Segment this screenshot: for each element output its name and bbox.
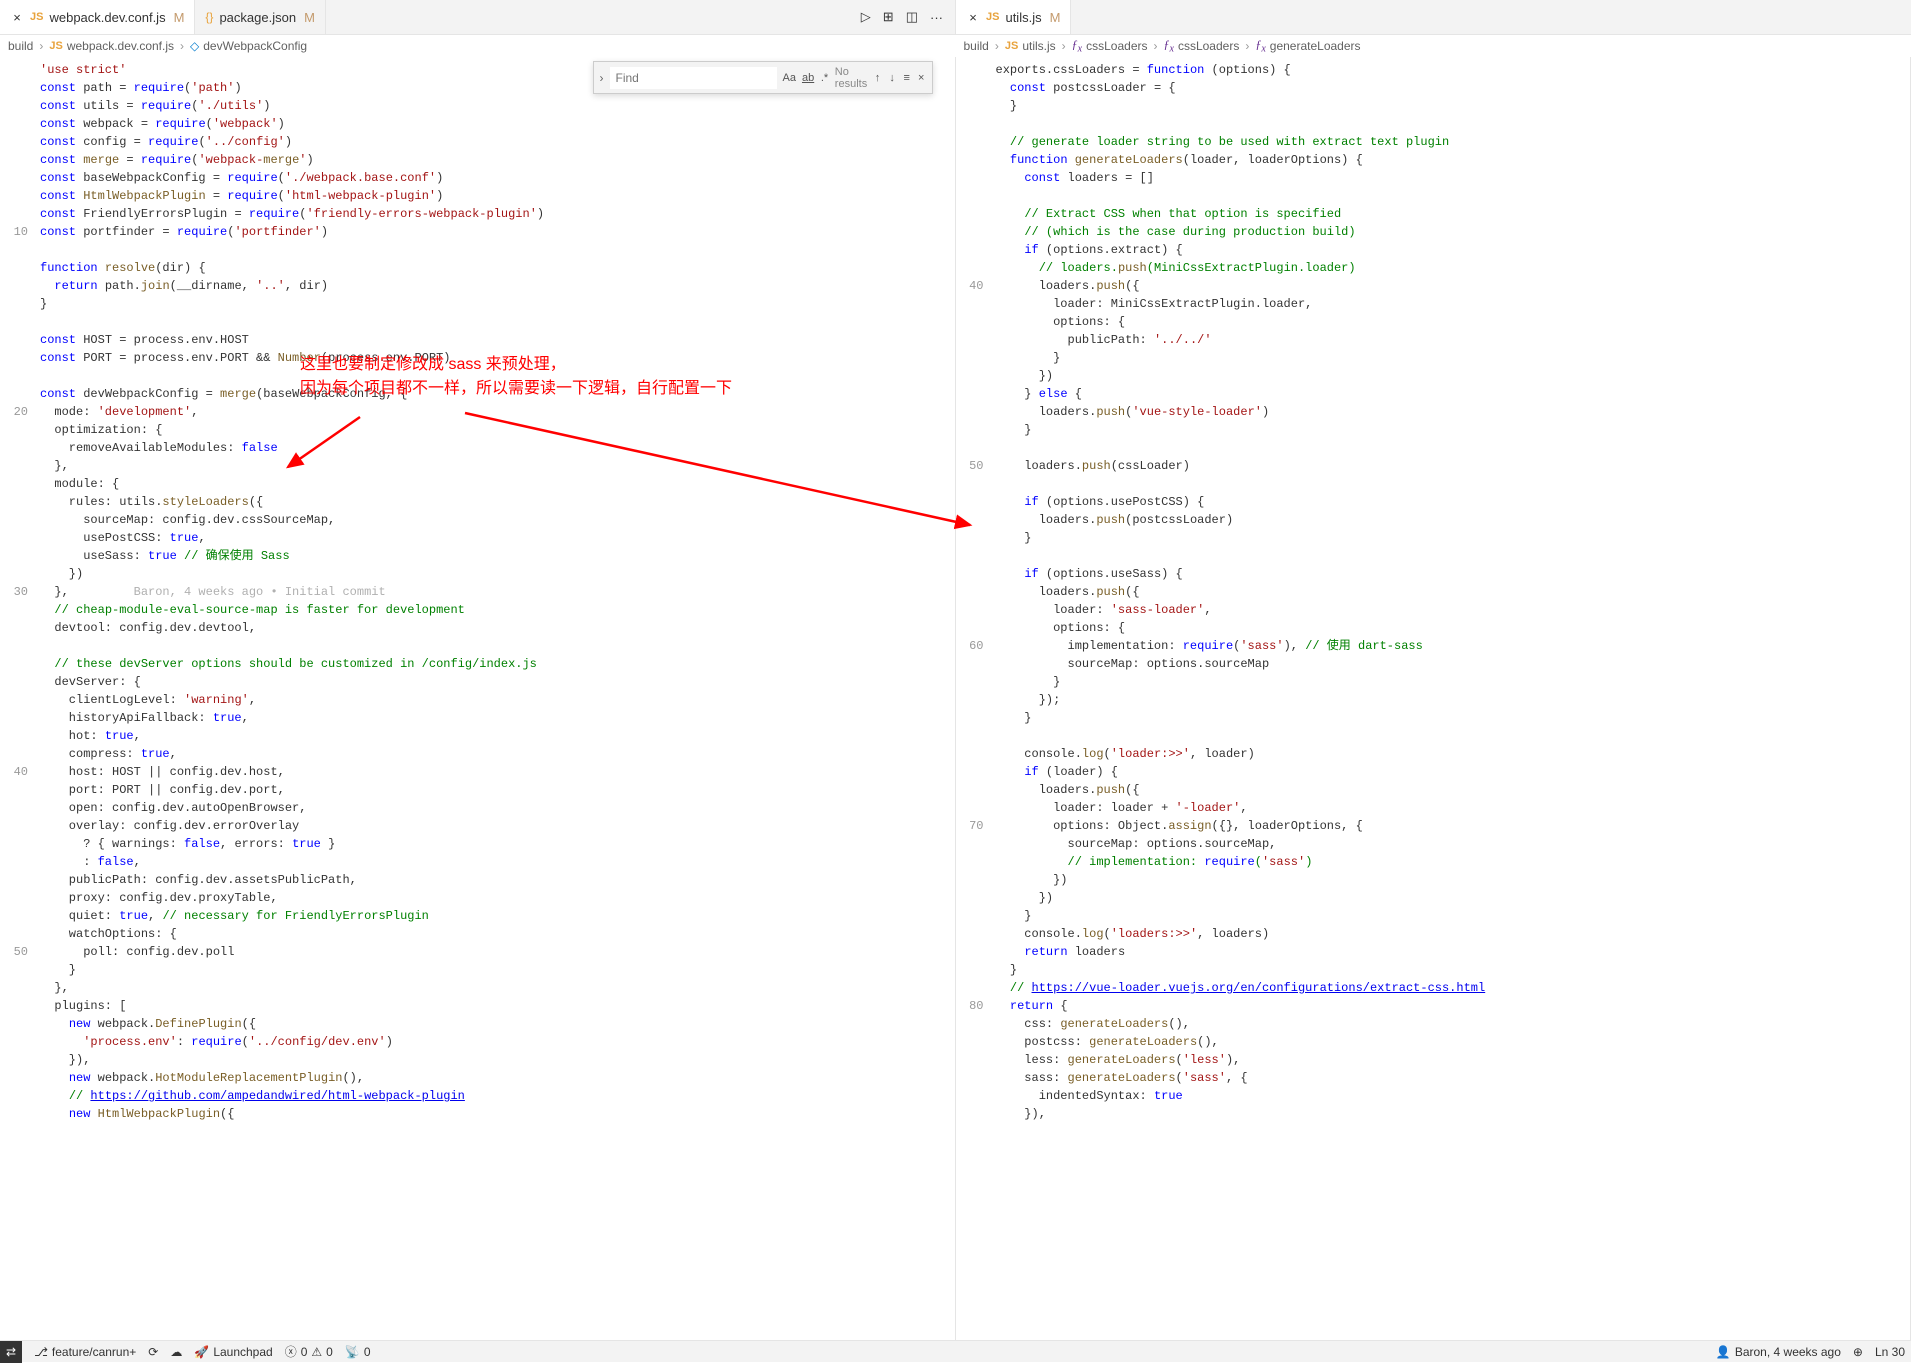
modified-badge: M [304, 10, 315, 25]
chevron-right-icon: › [39, 39, 43, 53]
js-file-icon: JS [49, 40, 62, 52]
variable-icon: ◇ [190, 39, 199, 53]
function-icon: ƒx [1164, 37, 1174, 54]
modified-badge: M [174, 10, 185, 25]
cursor-position[interactable]: Ln 30 [1875, 1345, 1905, 1359]
more-icon[interactable]: ··· [930, 10, 943, 25]
js-file-icon: JS [30, 11, 43, 23]
breadcrumbs-bar: build › JS webpack.dev.conf.js › ◇ devWe… [0, 35, 1911, 57]
tab-label: webpack.dev.conf.js [49, 10, 165, 25]
modified-badge: M [1050, 10, 1061, 25]
find-results: No results [835, 66, 867, 90]
match-case-icon[interactable]: Aa [783, 69, 796, 87]
json-file-icon: {} [205, 10, 213, 24]
find-input[interactable] [610, 67, 777, 89]
close-icon[interactable]: × [917, 69, 926, 87]
js-file-icon: JS [986, 11, 999, 23]
breadcrumb-item[interactable]: cssLoaders [1086, 39, 1147, 53]
split-icon[interactable]: ◫ [906, 9, 918, 25]
zoom-icon[interactable]: ⊕ [1853, 1345, 1863, 1359]
tabs-bar: × JS webpack.dev.conf.js M {} package.js… [0, 0, 1911, 35]
next-match-icon[interactable]: ↓ [888, 69, 897, 87]
breadcrumb-right[interactable]: build › JS utils.js › ƒx cssLoaders › ƒx… [956, 35, 1911, 57]
status-bar: ⇄ ⎇ feature/canrun+ ⟳ ☁ 🚀 Launchpad ⓧ0 ⚠… [0, 1340, 1911, 1362]
expand-icon[interactable]: › [600, 71, 604, 85]
regex-icon[interactable]: .* [820, 69, 829, 87]
js-file-icon: JS [1005, 40, 1018, 52]
rocket-icon: 🚀 [194, 1345, 209, 1359]
tabs-right-group: × JS utils.js M [956, 0, 1911, 34]
branch-icon: ⎇ [34, 1345, 48, 1359]
chevron-right-icon: › [1062, 39, 1066, 53]
editor-pane-left[interactable]: 10 20 30 40 50 'use strict' const path =… [0, 57, 956, 1340]
radio-icon: 📡 [345, 1345, 360, 1359]
tab-webpack-dev-conf[interactable]: × JS webpack.dev.conf.js M [0, 0, 195, 34]
breadcrumb-item[interactable]: generateLoaders [1270, 39, 1361, 53]
find-widget: › Aa ab .* No results ↑ ↓ ≡ × [593, 61, 933, 94]
prev-match-icon[interactable]: ↑ [873, 69, 882, 87]
breadcrumb-item[interactable]: build [964, 39, 989, 53]
editor-area: 10 20 30 40 50 'use strict' const path =… [0, 57, 1911, 1340]
tab-label: utils.js [1005, 10, 1041, 25]
tab-label: package.json [219, 10, 296, 25]
blame-indicator[interactable]: 👤 Baron, 4 weeks ago [1716, 1345, 1841, 1359]
close-icon[interactable]: × [10, 10, 24, 24]
chevron-right-icon: › [1154, 39, 1158, 53]
tab-package-json[interactable]: {} package.json M [195, 0, 325, 34]
cloud-upload-icon[interactable]: ☁ [170, 1345, 182, 1359]
close-icon[interactable]: × [966, 10, 980, 24]
sync-button[interactable]: ⟳ [148, 1345, 158, 1359]
chevron-right-icon: › [180, 39, 184, 53]
breadcrumb-item[interactable]: devWebpackConfig [203, 39, 307, 53]
breadcrumb-left[interactable]: build › JS webpack.dev.conf.js › ◇ devWe… [0, 35, 956, 57]
breadcrumb-item[interactable]: webpack.dev.conf.js [67, 39, 174, 53]
branch-indicator[interactable]: ⎇ feature/canrun+ [34, 1345, 136, 1359]
breadcrumb-item[interactable]: utils.js [1022, 39, 1055, 53]
code-content-right[interactable]: exports.cssLoaders = function (options) … [996, 57, 1911, 1340]
filter-icon[interactable]: ≡ [902, 69, 911, 87]
compare-icon[interactable]: ⊞ [883, 9, 894, 25]
editor-actions: ▷ ⊞ ◫ ··· [849, 9, 955, 25]
function-icon: ƒx [1255, 37, 1265, 54]
breadcrumb-item[interactable]: build [8, 39, 33, 53]
chevron-right-icon: › [995, 39, 999, 53]
line-gutter: 10 20 30 40 50 [0, 57, 40, 1340]
problems-indicator[interactable]: ⓧ0 ⚠0 [285, 1343, 333, 1360]
match-word-icon[interactable]: ab [802, 69, 814, 87]
tabs-left-group: × JS webpack.dev.conf.js M {} package.js… [0, 0, 956, 34]
chevron-right-icon: › [1245, 39, 1249, 53]
remote-button[interactable]: ⇄ [0, 1341, 22, 1363]
person-icon: 👤 [1716, 1345, 1731, 1359]
line-gutter: 40 50 60 70 80 [956, 57, 996, 1340]
run-icon[interactable]: ▷ [861, 9, 871, 25]
error-icon: ⓧ [285, 1343, 297, 1360]
warning-icon: ⚠ [311, 1345, 322, 1359]
ports-indicator[interactable]: 📡0 [345, 1345, 371, 1359]
tab-utils-js[interactable]: × JS utils.js M [956, 0, 1071, 34]
function-icon: ƒx [1072, 37, 1082, 54]
breadcrumb-item[interactable]: cssLoaders [1178, 39, 1239, 53]
code-content-left[interactable]: 'use strict' const path = require('path'… [40, 57, 955, 1340]
editor-pane-right[interactable]: 40 50 60 70 80 exports.cssLoaders = func… [956, 57, 1911, 1340]
launchpad-button[interactable]: 🚀 Launchpad [194, 1345, 272, 1359]
